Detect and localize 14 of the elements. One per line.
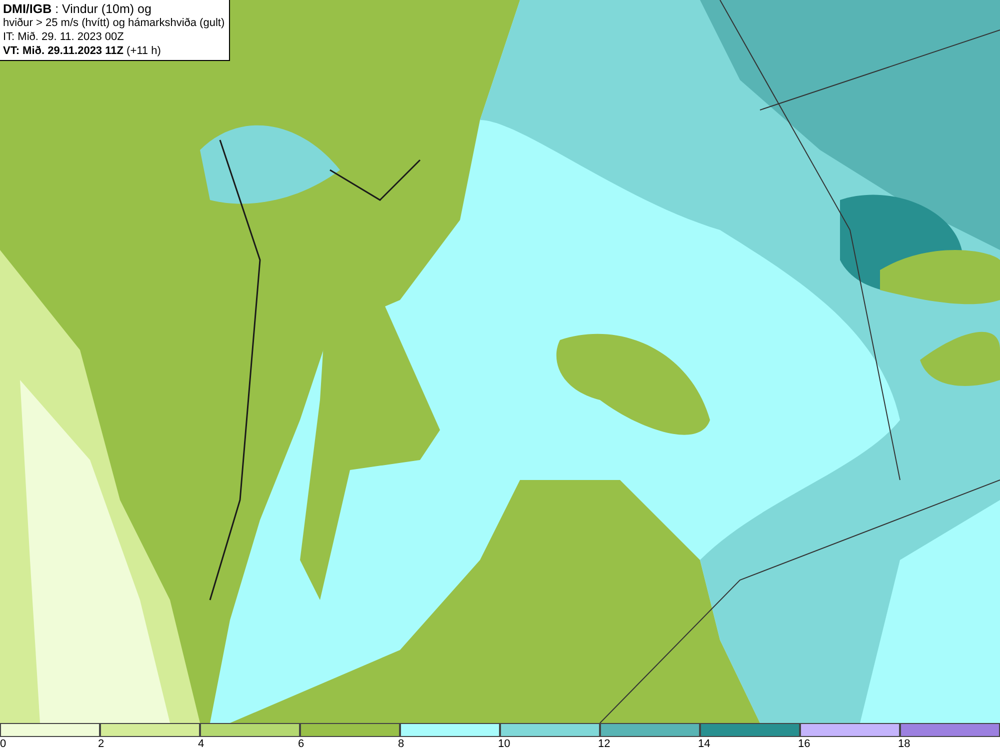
legend-label: 0	[0, 737, 6, 751]
legend-label: 18	[898, 737, 910, 751]
legend-label: 2	[98, 737, 104, 751]
legend-label: 14	[698, 737, 710, 751]
legend-label: 16	[798, 737, 810, 751]
legend-label: 8	[398, 737, 404, 751]
title-line: DMI/IGB : Vindur (10m) og	[3, 2, 152, 16]
legend-label: 12	[598, 737, 610, 751]
title-line: IT: Mið. 29. 11. 2023 00Z	[3, 30, 125, 44]
title-line: VT: Mið. 29.11.2023 11Z (+11 h)	[3, 44, 162, 58]
title-line: hviður > 25 m/s (hvítt) og hámarkshviða (gult)	[3, 16, 225, 30]
legend-label: 6	[298, 737, 304, 751]
legend-label: 10	[498, 737, 510, 751]
legend-label: 4	[198, 737, 204, 751]
